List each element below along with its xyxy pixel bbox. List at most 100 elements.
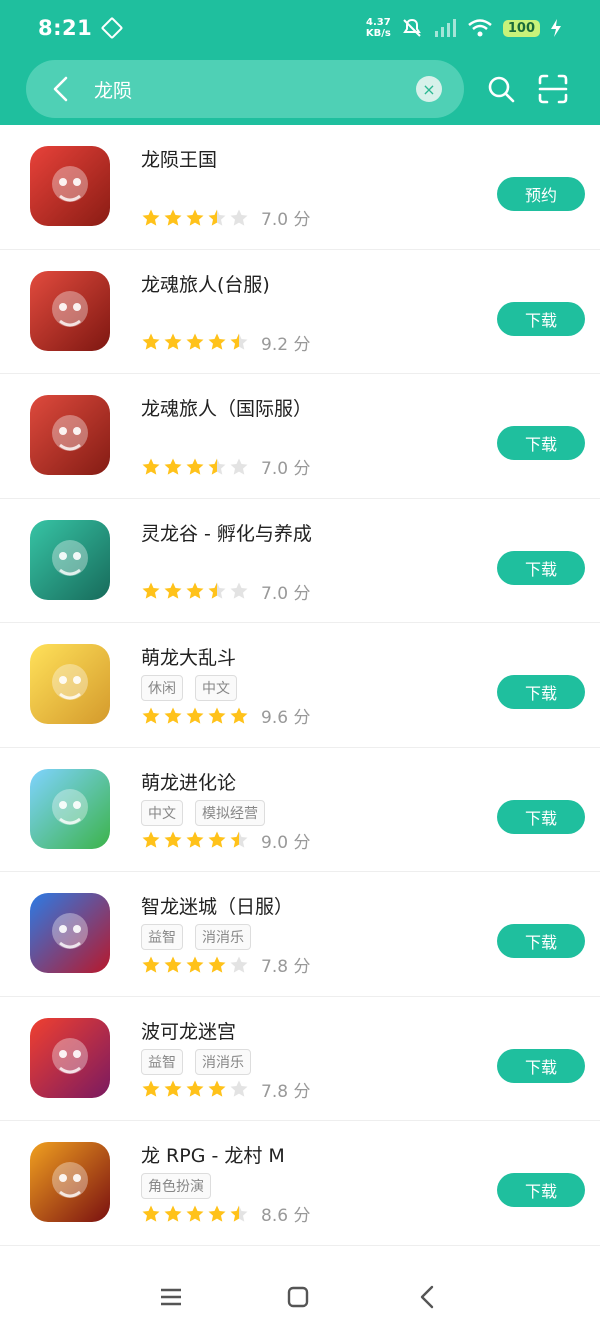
app-title[interactable]: 龙魂旅人（国际服） bbox=[141, 394, 312, 421]
star-full-icon bbox=[186, 209, 204, 226]
network-speed: 4.37 KB/s bbox=[366, 17, 391, 39]
download-button[interactable]: 下载 bbox=[497, 799, 585, 834]
app-title[interactable]: 波可龙迷宫 bbox=[141, 1017, 236, 1044]
app-score: 7.0 分 bbox=[261, 459, 311, 479]
status-bar: 8:21 4.37 KB/s 100 bbox=[0, 0, 600, 56]
clear-icon[interactable]: × bbox=[416, 76, 442, 102]
download-button[interactable]: 下载 bbox=[497, 301, 585, 336]
app-title[interactable]: 萌龙大乱斗 bbox=[141, 643, 236, 670]
app-rating: 7.8 分 bbox=[141, 1077, 310, 1102]
app-result-row[interactable]: 龙魂旅人（国际服） 7.0 分 下载 bbox=[0, 374, 600, 499]
app-title[interactable]: 灵龙谷 - 孵化与养成 bbox=[141, 519, 312, 546]
star-full-icon bbox=[164, 1205, 182, 1222]
status-time: 8:21 bbox=[38, 16, 93, 40]
star-full-icon bbox=[186, 1205, 204, 1222]
app-tag: 消消乐 bbox=[195, 924, 251, 950]
star-full-icon bbox=[142, 209, 160, 226]
star-full-icon bbox=[164, 707, 182, 724]
star-full-icon bbox=[186, 333, 204, 350]
network-speed-value: 4.37 bbox=[366, 17, 391, 28]
app-icon[interactable] bbox=[30, 768, 110, 849]
app-tag: 中文 bbox=[195, 675, 237, 701]
star-full-icon bbox=[208, 831, 226, 848]
download-button[interactable]: 下载 bbox=[497, 1173, 585, 1207]
app-icon[interactable] bbox=[30, 893, 110, 973]
battery-indicator: 100 bbox=[502, 19, 540, 37]
star-full-icon bbox=[142, 458, 160, 475]
app-result-row[interactable]: 萌龙大乱斗休闲 中文 9.6 分 下载 bbox=[0, 623, 600, 748]
app-result-row[interactable]: 萌龙进化论中文 模拟经营 9.0 分 下载 bbox=[0, 748, 600, 872]
app-score: 7.0 分 bbox=[261, 583, 311, 604]
back-arrow-icon[interactable] bbox=[46, 74, 76, 104]
star-full-icon bbox=[164, 831, 182, 848]
app-result-row[interactable]: 龙陨王国 7.0 分 预约 bbox=[0, 125, 600, 250]
app-result-row[interactable]: 波可龙迷宫 益智 消消乐 7.8 分 下载 bbox=[0, 997, 600, 1121]
star-full-icon bbox=[164, 209, 182, 226]
star-empty-icon bbox=[230, 956, 248, 973]
star-full-icon bbox=[142, 707, 160, 724]
reserve-button[interactable]: 预约 bbox=[497, 177, 585, 211]
search-icon[interactable] bbox=[484, 72, 518, 106]
star-empty-icon bbox=[230, 458, 248, 475]
star-half-icon bbox=[230, 831, 248, 848]
download-button[interactable]: 下载 bbox=[497, 426, 585, 460]
app-icon[interactable] bbox=[30, 1142, 110, 1222]
app-title[interactable]: 萌龙进化论 bbox=[141, 768, 236, 795]
download-button[interactable]: 下载 bbox=[497, 924, 585, 958]
app-result-row[interactable]: 龙 RPG - 龙村 M 角色扮演 8.6 分 下载 bbox=[0, 1121, 600, 1246]
app-tags: 中文 模拟经营 bbox=[141, 799, 265, 826]
star-full-icon bbox=[208, 1080, 226, 1097]
star-full-icon bbox=[208, 333, 226, 350]
app-score: 8.6 分 bbox=[261, 1206, 311, 1226]
home-icon[interactable] bbox=[283, 1282, 313, 1312]
download-button[interactable]: 下载 bbox=[497, 675, 585, 709]
star-full-icon bbox=[142, 333, 160, 350]
app-icon[interactable] bbox=[30, 519, 110, 600]
star-full-icon bbox=[186, 582, 204, 599]
star-full-icon bbox=[142, 831, 160, 848]
search-box[interactable]: 龙陨 × bbox=[26, 60, 464, 118]
app-score: 9.2 分 bbox=[261, 334, 311, 355]
app-score: 7.0 分 bbox=[261, 210, 311, 230]
star-empty-icon bbox=[230, 582, 248, 599]
app-title[interactable]: 龙陨王国 bbox=[141, 145, 217, 172]
menu-icon[interactable] bbox=[156, 1282, 186, 1312]
network-speed-unit: KB/s bbox=[365, 28, 391, 39]
star-half-icon bbox=[230, 333, 248, 350]
star-half-icon bbox=[208, 209, 226, 226]
nav-back-icon[interactable] bbox=[412, 1282, 442, 1312]
app-rating: 7.0 分 bbox=[141, 454, 310, 479]
search-results-list: 龙陨王国 7.0 分预约 龙魂旅人(台服) 9.2 分下载 龙魂旅人（国际服） 7.0 分… bbox=[0, 125, 600, 1246]
star-full-icon bbox=[164, 458, 182, 475]
scan-icon[interactable] bbox=[536, 72, 570, 106]
app-score: 9.6 分 bbox=[261, 708, 311, 728]
app-result-row[interactable]: 灵龙谷 - 孵化与养成 7.0 分 下载 bbox=[0, 499, 600, 623]
star-full-icon bbox=[208, 707, 226, 724]
app-title[interactable]: 龙 RPG - 龙村 M bbox=[141, 1141, 285, 1168]
app-tag: 模拟经营 bbox=[195, 799, 265, 826]
app-title[interactable]: 智龙迷城（日服） bbox=[141, 892, 293, 919]
app-icon[interactable] bbox=[30, 1017, 110, 1098]
search-input[interactable]: 龙陨 bbox=[94, 76, 132, 103]
download-button[interactable]: 下载 bbox=[497, 1048, 585, 1083]
app-score: 9.0 分 bbox=[261, 832, 311, 853]
app-icon[interactable] bbox=[30, 395, 110, 475]
download-button[interactable]: 下载 bbox=[497, 550, 585, 585]
app-icon[interactable] bbox=[30, 146, 110, 226]
app-icon[interactable] bbox=[30, 270, 110, 351]
app-rating: 9.2 分 bbox=[141, 330, 310, 355]
app-tag: 中文 bbox=[141, 799, 183, 826]
notification-icon bbox=[100, 16, 124, 40]
star-full-icon bbox=[164, 956, 182, 973]
star-full-icon bbox=[142, 956, 160, 973]
star-full-icon bbox=[186, 458, 204, 475]
app-title[interactable]: 龙魂旅人(台服) bbox=[141, 270, 270, 297]
signal-icon bbox=[434, 19, 456, 37]
mute-icon bbox=[402, 18, 421, 37]
app-result-row[interactable]: 智龙迷城（日服） 益智 消消乐 7.8 分 下载 bbox=[0, 872, 600, 997]
star-full-icon bbox=[186, 956, 204, 973]
app-icon[interactable] bbox=[30, 644, 110, 724]
app-tags: 休闲 中文 bbox=[141, 675, 237, 701]
app-result-row[interactable]: 龙魂旅人(台服) 9.2 分 下载 bbox=[0, 250, 600, 374]
star-full-icon bbox=[164, 333, 182, 350]
